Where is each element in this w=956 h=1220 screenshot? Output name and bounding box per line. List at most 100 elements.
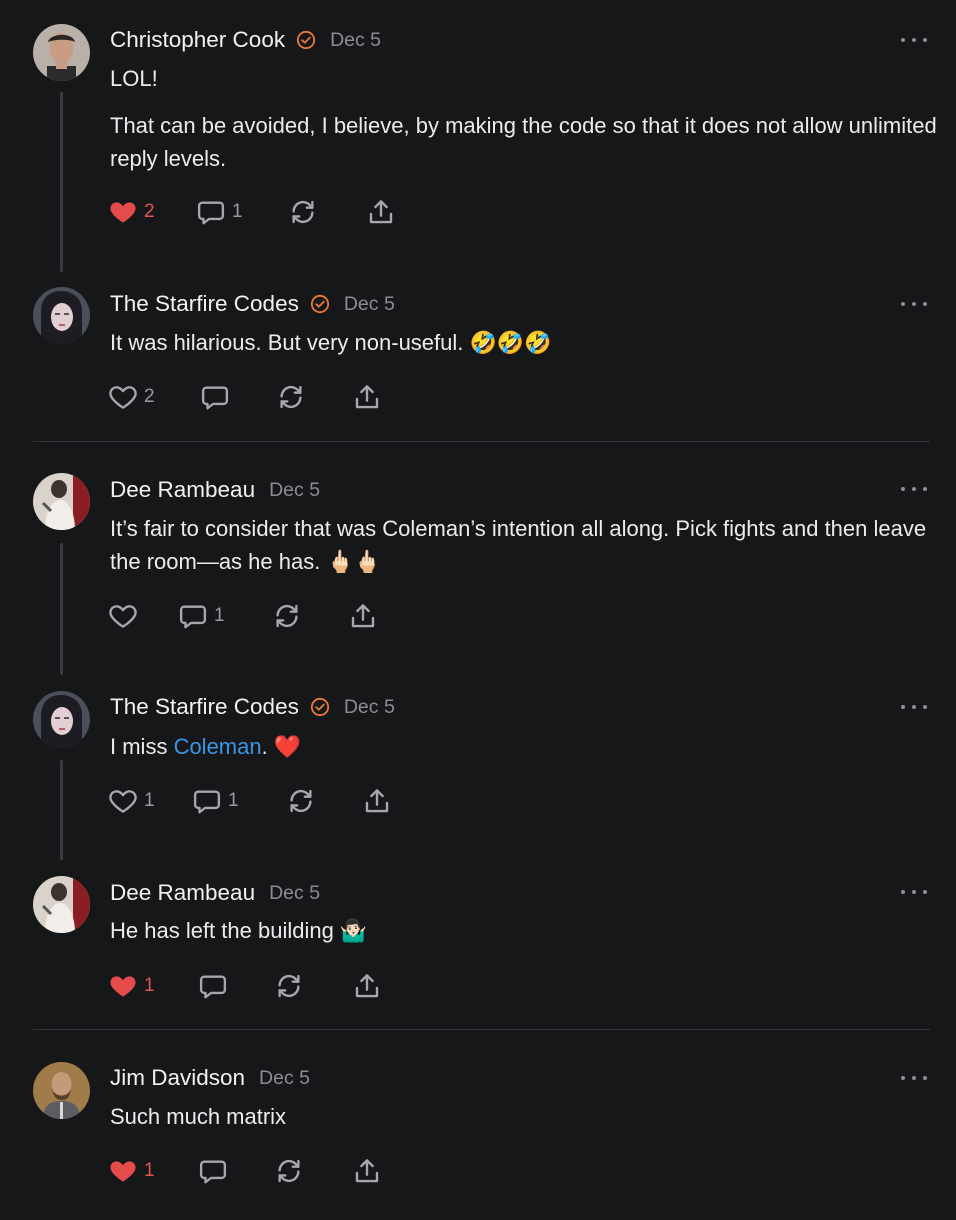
- thread-divider: [33, 1029, 930, 1030]
- share-button[interactable]: [352, 1156, 382, 1186]
- restack-icon: [272, 601, 302, 631]
- share-icon: [352, 382, 382, 412]
- comment-header: Christopher Cook Dec 5: [110, 25, 381, 55]
- restack-icon: [274, 1156, 304, 1186]
- more-icon[interactable]: [901, 701, 927, 713]
- reply-count: 1: [214, 605, 225, 626]
- restack-icon: [288, 197, 318, 227]
- comment-paragraph: That can be avoided, I believe, by makin…: [110, 113, 937, 171]
- restack-button[interactable]: [286, 786, 362, 816]
- more-icon[interactable]: [901, 886, 927, 898]
- comment-icon: [178, 601, 208, 631]
- heart-icon: [108, 382, 138, 412]
- text-segment: . ❤️: [261, 734, 302, 759]
- comment-icon: [192, 786, 222, 816]
- heart-icon: [108, 1156, 138, 1186]
- comment-body: It’s fair to consider that was Coleman’s…: [110, 512, 940, 578]
- comment-actions: 1: [108, 971, 382, 1001]
- like-button[interactable]: [108, 601, 178, 631]
- like-button[interactable]: 1: [108, 786, 192, 816]
- share-button[interactable]: [352, 971, 382, 1001]
- avatar[interactable]: [33, 24, 90, 81]
- comment-body: Such much matrix: [110, 1100, 940, 1133]
- comment-icon: [198, 971, 228, 1001]
- comment-icon: [196, 197, 226, 227]
- thread-divider: [33, 441, 930, 442]
- verified-icon: [310, 697, 330, 717]
- avatar[interactable]: [33, 473, 90, 530]
- heart-icon: [108, 786, 138, 816]
- restack-button[interactable]: [274, 971, 352, 1001]
- author-name[interactable]: The Starfire Codes: [110, 291, 299, 317]
- heart-icon: [108, 601, 138, 631]
- comment-body: He has left the building 🤷🏻‍♂️: [110, 914, 940, 947]
- like-button[interactable]: 2: [108, 197, 196, 227]
- comment-header: The Starfire Codes Dec 5: [110, 692, 395, 722]
- share-button[interactable]: [348, 601, 378, 631]
- restack-button[interactable]: [272, 601, 348, 631]
- comment-date[interactable]: Dec 5: [344, 696, 395, 719]
- share-button[interactable]: [352, 382, 382, 412]
- author-name[interactable]: Dee Rambeau: [110, 880, 255, 906]
- comment-date[interactable]: Dec 5: [330, 29, 381, 52]
- like-button[interactable]: 1: [108, 1156, 198, 1186]
- comment-body: LOL! That can be avoided, I believe, by …: [110, 62, 940, 175]
- comment-paragraph: It’s fair to consider that was Coleman’s…: [110, 516, 927, 574]
- like-button[interactable]: 1: [108, 971, 198, 1001]
- restack-button[interactable]: [276, 382, 352, 412]
- share-button[interactable]: [366, 197, 396, 227]
- heart-icon: [108, 971, 138, 1001]
- author-name[interactable]: The Starfire Codes: [110, 694, 299, 720]
- text-segment: I miss: [110, 734, 174, 759]
- comment-date[interactable]: Dec 5: [344, 293, 395, 316]
- comment-actions: 1: [108, 1156, 382, 1186]
- like-button[interactable]: 2: [108, 382, 200, 412]
- verified-icon: [310, 294, 330, 314]
- reply-button[interactable]: [200, 382, 276, 412]
- more-icon[interactable]: [901, 298, 927, 310]
- comment-header: The Starfire Codes Dec 5: [110, 289, 395, 319]
- share-icon: [366, 197, 396, 227]
- restack-icon: [276, 382, 306, 412]
- verified-icon: [296, 30, 316, 50]
- reply-button[interactable]: [198, 971, 274, 1001]
- comment-header: Jim Davidson Dec 5: [110, 1063, 310, 1093]
- comment-date[interactable]: Dec 5: [259, 1067, 310, 1090]
- reply-button[interactable]: 1: [178, 601, 272, 631]
- avatar[interactable]: [33, 287, 90, 344]
- mention-link[interactable]: Coleman: [174, 734, 262, 759]
- reply-button[interactable]: [198, 1156, 274, 1186]
- heart-icon: [108, 197, 138, 227]
- avatar[interactable]: [33, 876, 90, 933]
- author-name[interactable]: Christopher Cook: [110, 27, 285, 53]
- comment-actions: 1 1: [108, 786, 392, 816]
- thread-line: [60, 543, 63, 675]
- comment-paragraph: It was hilarious. But very non-useful. 🤣…: [110, 330, 552, 355]
- more-icon[interactable]: [901, 34, 927, 46]
- comment-paragraph: Such much matrix: [110, 1104, 287, 1129]
- more-icon[interactable]: [901, 1072, 927, 1084]
- share-icon: [348, 601, 378, 631]
- share-icon: [362, 786, 392, 816]
- reply-button[interactable]: 1: [196, 197, 288, 227]
- comment-header: Dee Rambeau Dec 5: [110, 475, 320, 505]
- comment-actions: 2: [108, 382, 382, 412]
- avatar[interactable]: [33, 691, 90, 748]
- reply-button[interactable]: 1: [192, 786, 286, 816]
- reply-count: 1: [232, 201, 243, 222]
- comment-date[interactable]: Dec 5: [269, 479, 320, 502]
- comment-actions: 2 1: [108, 197, 396, 227]
- restack-icon: [286, 786, 316, 816]
- restack-button[interactable]: [274, 1156, 352, 1186]
- comment-icon: [200, 382, 230, 412]
- comment-body: I miss Coleman. ❤️: [110, 730, 940, 763]
- comment-body: It was hilarious. But very non-useful. 🤣…: [110, 326, 940, 359]
- share-button[interactable]: [362, 786, 392, 816]
- author-name[interactable]: Dee Rambeau: [110, 477, 255, 503]
- comment-date[interactable]: Dec 5: [269, 882, 320, 905]
- author-name[interactable]: Jim Davidson: [110, 1065, 245, 1091]
- more-icon[interactable]: [901, 483, 927, 495]
- avatar[interactable]: [33, 1062, 90, 1119]
- restack-button[interactable]: [288, 197, 366, 227]
- share-icon: [352, 971, 382, 1001]
